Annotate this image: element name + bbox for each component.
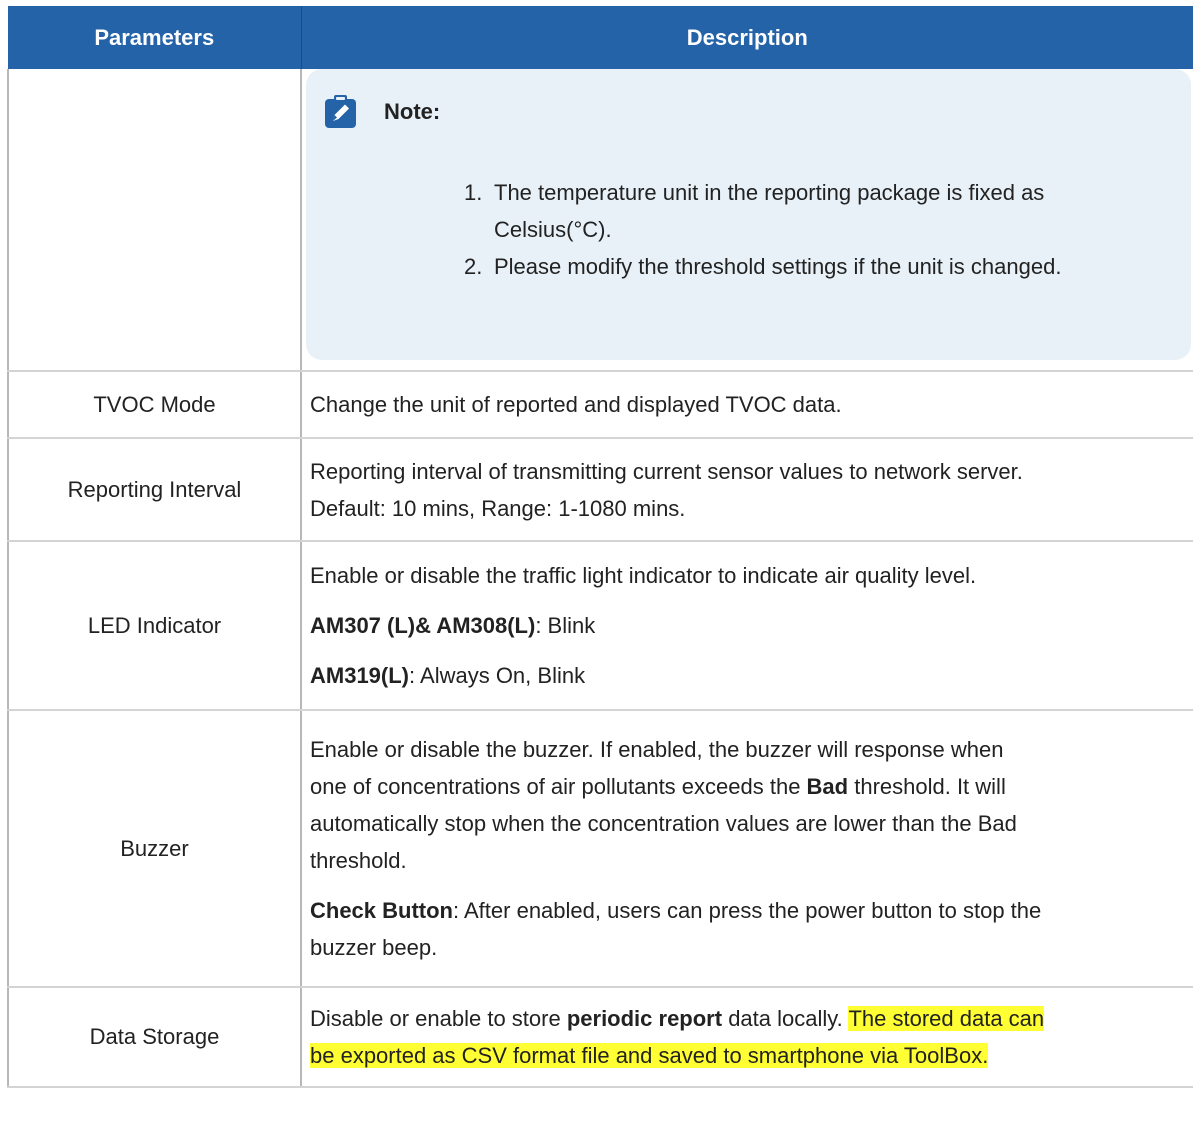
param-cell: Reporting Interval <box>7 438 301 542</box>
desc-line: : After enabled, users can press the pow… <box>453 898 1042 923</box>
table-row-note: Note: 1. The temperature unit in the rep… <box>7 69 1193 372</box>
table-row-tvoc-mode: TVOC Mode Change the unit of reported an… <box>7 371 1193 439</box>
model-value: : Always On, Blink <box>409 663 586 688</box>
desc-line: Default: 10 mins, Range: 1-1080 mins. <box>310 495 686 521</box>
note-item-text: Please modify the threshold settings if … <box>494 254 1062 279</box>
note-item: 1. The temperature unit in the reporting… <box>464 174 1171 248</box>
desc-cell: Disable or enable to store periodic repo… <box>300 987 1193 1088</box>
note-box: Note: 1. The temperature unit in the rep… <box>306 69 1191 360</box>
table-row-data-storage: Data Storage Disable or enable to store … <box>7 987 1193 1088</box>
desc-paragraph: AM319(L): Always On, Blink <box>310 657 1185 694</box>
bold-term: Check Button <box>310 898 453 923</box>
header-description: Description <box>300 6 1193 69</box>
desc-line: Disable or enable to store <box>310 1006 567 1031</box>
note-item-text-line: Celsius(°C). <box>494 217 612 242</box>
desc-line: Enable or disable the buzzer. If enabled… <box>310 737 1004 762</box>
desc-line: Reporting interval of transmitting curre… <box>310 458 1023 484</box>
note-item-number: 2. <box>464 254 483 279</box>
desc-cell: Enable or disable the traffic light indi… <box>300 541 1193 711</box>
note-item-text: The temperature unit in the reporting pa… <box>494 174 1044 248</box>
desc-cell: Change the unit of reported and displaye… <box>300 371 1193 439</box>
desc-paragraph: Enable or disable the traffic light indi… <box>310 563 977 588</box>
note-cell: Note: 1. The temperature unit in the rep… <box>300 69 1193 372</box>
desc-paragraph: AM307 (L)& AM308(L): Blink <box>310 607 1185 644</box>
model-label: AM319(L) <box>310 663 410 688</box>
table-header-row: Parameters Description <box>8 6 1193 69</box>
note-item-text-line: The temperature unit in the reporting pa… <box>494 180 1045 205</box>
desc-cell: Enable or disable the buzzer. If enabled… <box>300 710 1193 988</box>
param-cell-empty <box>7 69 301 372</box>
highlighted-text: The stored data can <box>848 1006 1045 1031</box>
table-row-reporting-interval: Reporting Interval Reporting interval of… <box>7 438 1193 542</box>
note-item: 2. Please modify the threshold settings … <box>464 248 1171 285</box>
bold-term: Bad <box>806 774 849 799</box>
desc-line: automatically stop when the concentratio… <box>310 811 1017 836</box>
table-row-buzzer: Buzzer Enable or disable the buzzer. If … <box>7 710 1193 988</box>
desc-paragraph: Check Button: After enabled, users can p… <box>310 892 1185 966</box>
note-list: 1. The temperature unit in the reporting… <box>464 174 1171 285</box>
table-row-led-indicator: LED Indicator Enable or disable the traf… <box>7 541 1193 711</box>
note-item-number: 1. <box>464 180 483 205</box>
desc-line: threshold. It will <box>848 774 1006 799</box>
parameters-table: Parameters Description Note: 1. The temp… <box>7 6 1193 1088</box>
note-title: Note: <box>384 99 441 124</box>
bold-term: periodic report <box>566 1006 723 1031</box>
header-parameters: Parameters <box>8 6 301 69</box>
desc-paragraph: Enable or disable the buzzer. If enabled… <box>310 731 1185 879</box>
pencil-clipboard-icon <box>324 95 357 129</box>
desc-line: threshold. <box>310 848 407 873</box>
param-cell: LED Indicator <box>7 541 301 711</box>
model-label: AM307 (L)& AM308(L) <box>310 613 536 638</box>
param-cell: Buzzer <box>7 710 301 988</box>
desc-line: one of concentrations of air pollutants … <box>310 774 807 799</box>
model-value: : Blink <box>535 613 596 638</box>
desc-line: data locally. <box>722 1006 849 1031</box>
highlighted-text: be exported as CSV format file and saved… <box>310 1043 989 1068</box>
desc-line: buzzer beep. <box>310 935 438 960</box>
param-cell: TVOC Mode <box>7 371 301 439</box>
param-cell: Data Storage <box>7 987 301 1088</box>
desc-cell: Reporting interval of transmitting curre… <box>300 438 1193 542</box>
